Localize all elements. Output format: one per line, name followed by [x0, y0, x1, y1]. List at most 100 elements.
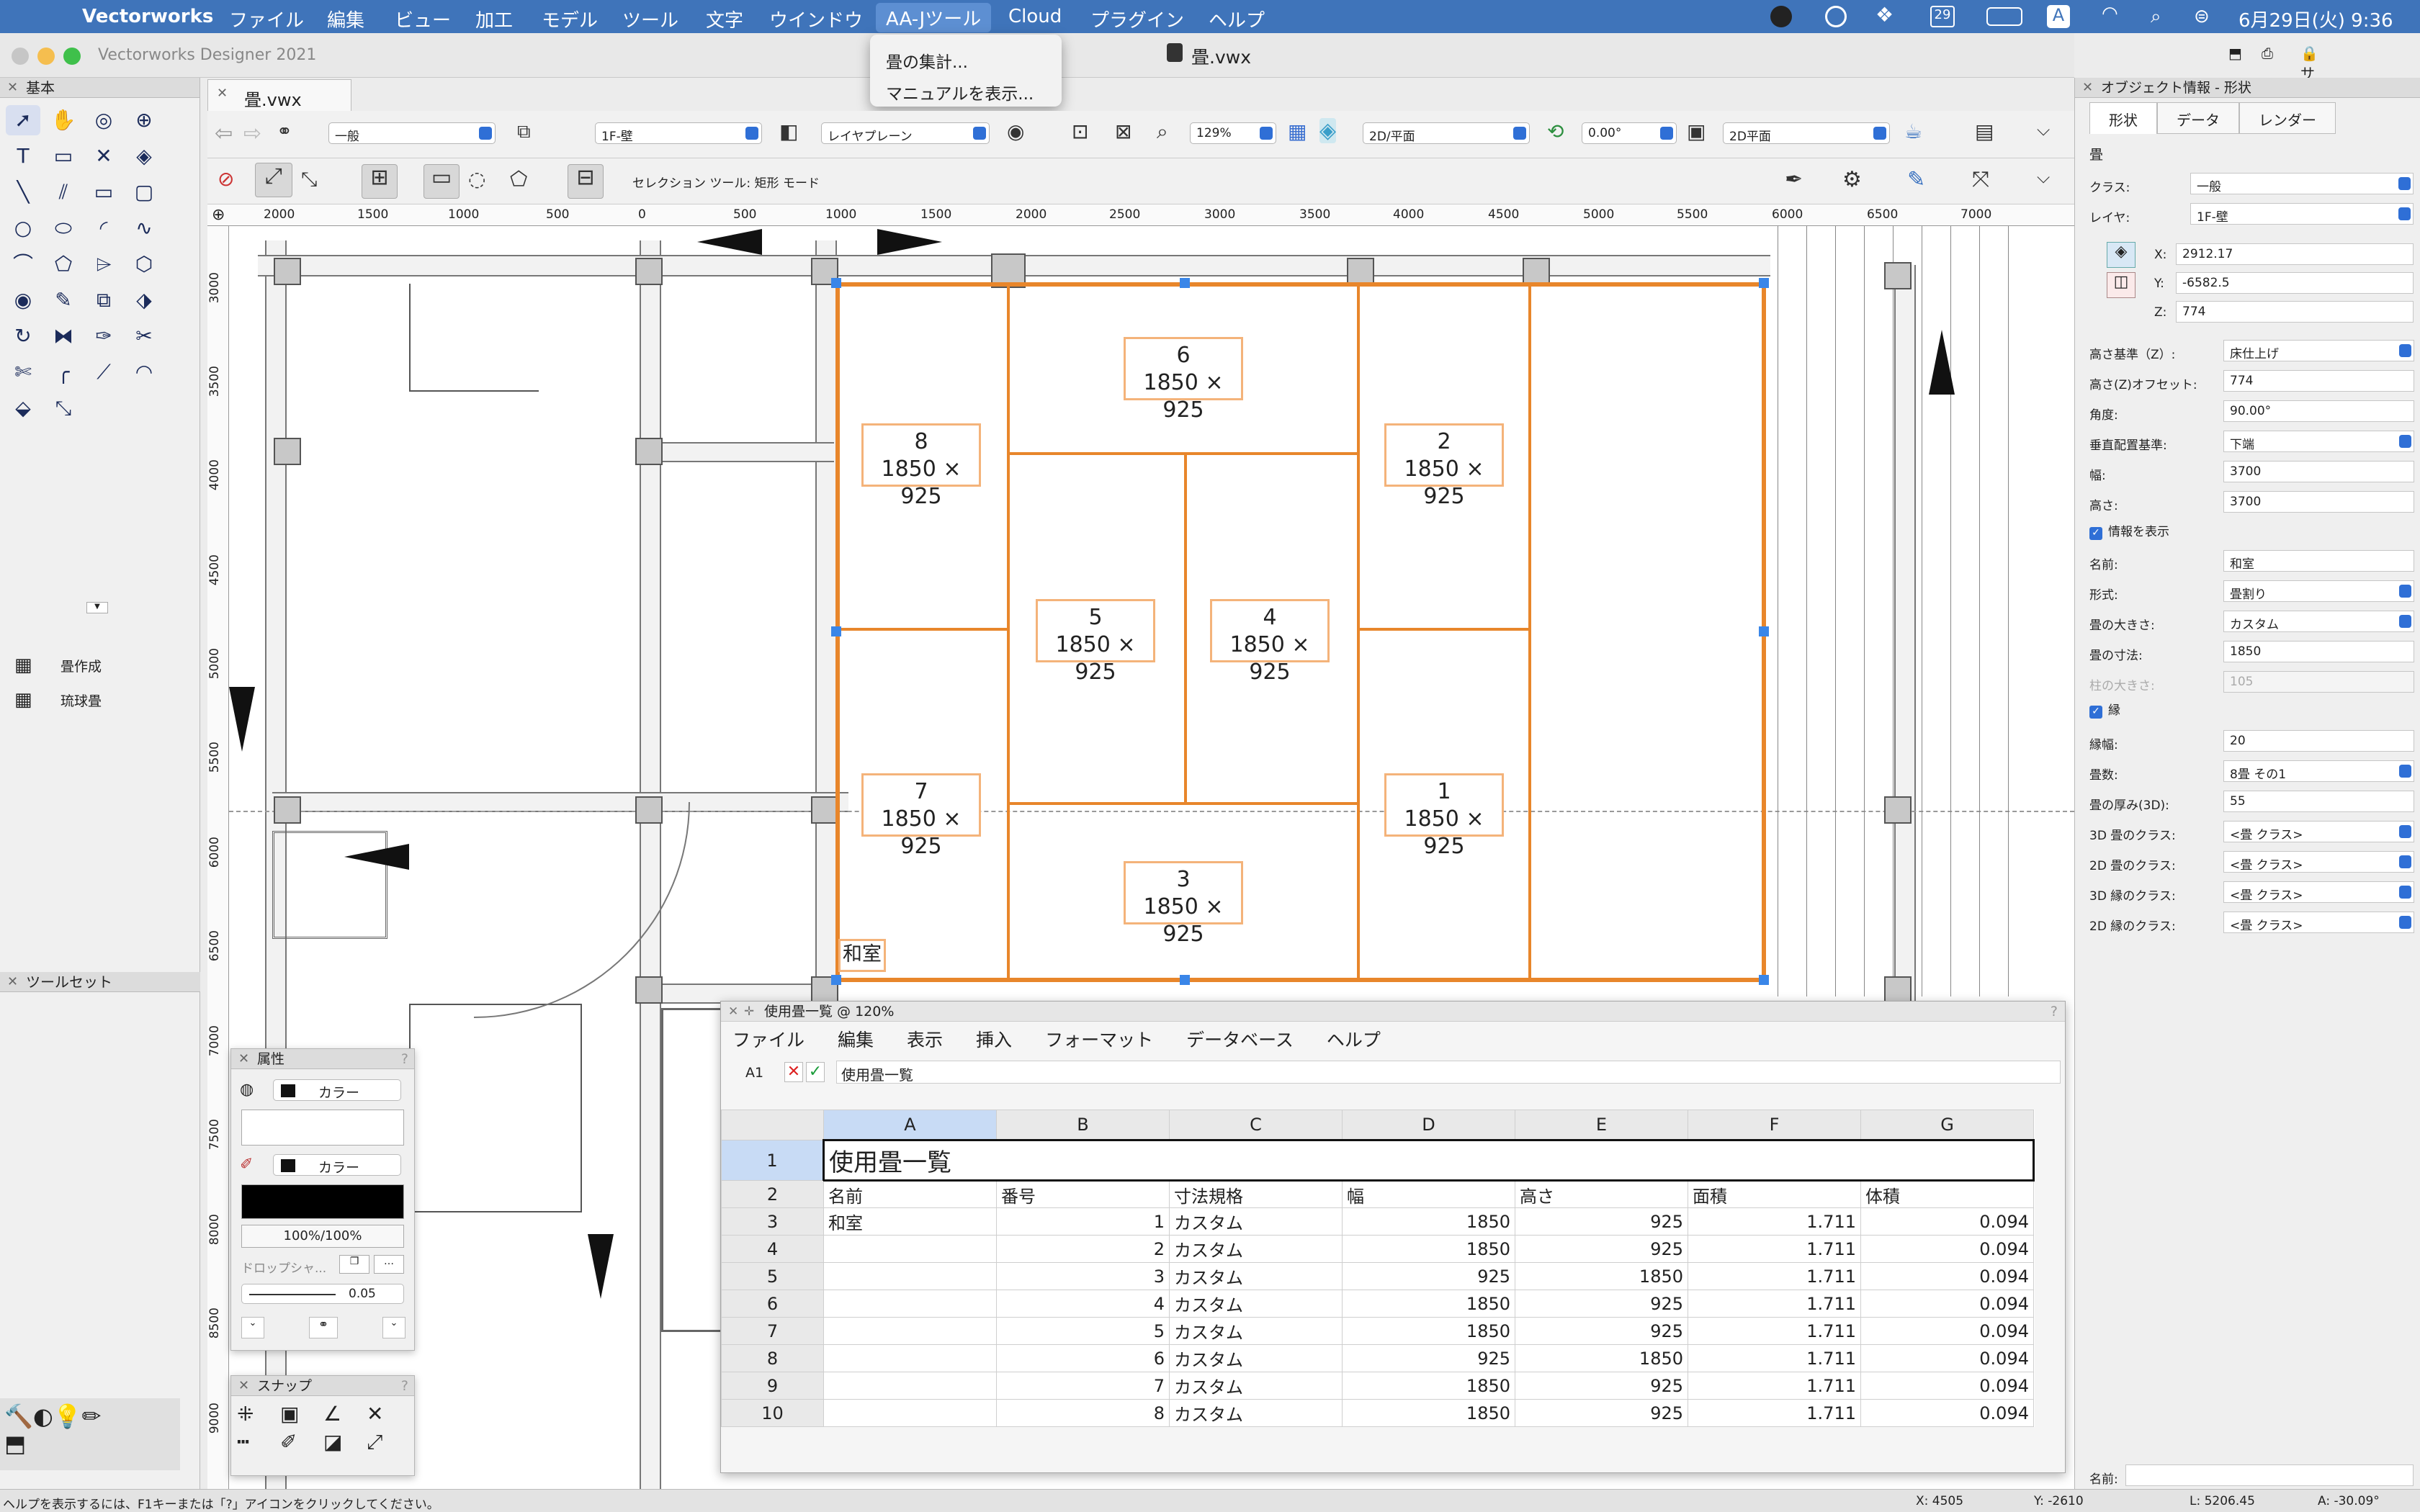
show-info-checkbox[interactable]: ✓ 情報を表示	[2089, 521, 2169, 540]
double-line-tool-icon[interactable]: ⫽	[46, 177, 81, 207]
trim-tool-icon[interactable]: ✄	[6, 357, 40, 387]
row-header[interactable]: 6	[721, 1290, 824, 1318]
lasso-select-mode-icon[interactable]: ⤡	[301, 167, 317, 192]
hammer-icon[interactable]: 🔨	[4, 1403, 33, 1430]
menu-tools[interactable]: ツール	[622, 6, 678, 32]
table-cell[interactable]: 925	[1515, 1317, 1688, 1345]
y-field[interactable]: -6582.5	[2176, 272, 2414, 294]
table-cell[interactable]	[823, 1290, 997, 1318]
table-cell[interactable]: 925	[1515, 1207, 1688, 1236]
visibility-icon[interactable]: ◉	[1007, 120, 1024, 143]
arc-tool-icon[interactable]: ◜	[86, 213, 121, 243]
eyedropper-tool-icon[interactable]: ✎	[46, 285, 81, 315]
table-cell[interactable]: 0.094	[1860, 1372, 2034, 1400]
snap-angle-icon[interactable]: ∠	[323, 1402, 367, 1426]
double-polygon-tool-icon[interactable]: ⌲	[86, 249, 121, 279]
table-cell[interactable]: 0.094	[1860, 1235, 2034, 1263]
help-icon[interactable]: ?	[401, 1049, 408, 1069]
grid-view-icon[interactable]: ▦	[1288, 120, 1307, 143]
help-icon[interactable]: ?	[2051, 1002, 2058, 1022]
layer-plane-select[interactable]: レイヤプレーン	[821, 122, 990, 144]
table-cell[interactable]: 5	[996, 1317, 1170, 1345]
table-cell[interactable]: 0.094	[1860, 1207, 2034, 1236]
table-cell[interactable]: 1.711	[1688, 1262, 1861, 1290]
ws-menu-edit[interactable]: 編集	[838, 1026, 874, 1052]
position-anchor-icon[interactable]: ◈	[2107, 242, 2136, 268]
3d-mat-class-select[interactable]: <畳 クラス>	[2223, 821, 2414, 842]
ws-menu-insert[interactable]: 挿入	[976, 1026, 1012, 1052]
2d-mat-class-select[interactable]: <畳 クラス>	[2223, 851, 2414, 873]
light-icon[interactable]: 💡	[53, 1403, 82, 1430]
row-header[interactable]: 9	[721, 1372, 824, 1400]
chamfer-tool-icon[interactable]: ⟋	[86, 357, 121, 387]
tatami-size-select[interactable]: カスタム	[2223, 611, 2414, 632]
zoom-window-icon[interactable]	[63, 48, 81, 65]
header-cell[interactable]: 番号	[996, 1180, 1170, 1208]
layer-select[interactable]: 1F-壁	[595, 122, 762, 144]
snap-distance-icon[interactable]: ┅	[237, 1430, 280, 1454]
selection-handle[interactable]	[1180, 278, 1190, 288]
measure-tool-icon[interactable]: ⤡	[46, 393, 81, 423]
table-cell[interactable]: 1850	[1342, 1207, 1515, 1236]
selection-handle[interactable]	[831, 278, 841, 288]
table-cell[interactable]: 925	[1342, 1344, 1515, 1372]
disable-interactive-icon[interactable]: ⊘	[218, 167, 234, 191]
callout-tool-icon[interactable]: ▭	[46, 141, 81, 171]
arrow-end-select[interactable]: ⌄	[382, 1317, 405, 1338]
row-header[interactable]: 10	[721, 1399, 824, 1427]
split-tool-icon[interactable]: ✂	[127, 321, 161, 351]
table-cell[interactable]	[823, 1262, 997, 1290]
row-header[interactable]: 8	[721, 1344, 824, 1372]
table-cell[interactable]: 8	[996, 1399, 1170, 1427]
selection-handle[interactable]	[831, 975, 841, 985]
table-cell[interactable]: 1.711	[1688, 1372, 1861, 1400]
row-header[interactable]: 1	[721, 1140, 824, 1181]
back-icon[interactable]: ⇦	[215, 121, 233, 146]
class-select[interactable]: 一般	[328, 122, 496, 144]
link-icon[interactable]: ⚭	[309, 1317, 338, 1338]
snap-grid-icon[interactable]: ⁜	[237, 1402, 280, 1426]
x-field[interactable]: 2912.17	[2176, 243, 2414, 265]
row-header[interactable]: 3	[721, 1207, 824, 1236]
zoom-selection-icon[interactable]: ⊠	[1115, 120, 1131, 143]
ws-menu-help[interactable]: ヘルプ	[1327, 1026, 1381, 1052]
position-3d-icon[interactable]: ◫	[2107, 272, 2136, 298]
selection-tool-icon[interactable]: ➚	[6, 105, 40, 135]
ws-menu-database[interactable]: データベース	[1186, 1026, 1294, 1052]
tab-render[interactable]: レンダー	[2239, 102, 2336, 134]
table-cell[interactable]	[823, 1235, 997, 1263]
share-icon[interactable]: ⬒	[2228, 45, 2242, 62]
wifi-icon[interactable]: ◠	[2102, 3, 2118, 24]
3d-locus-tool-icon[interactable]: ◈	[127, 141, 161, 171]
formula-input[interactable]: 使用畳一覧	[836, 1061, 2061, 1084]
class-select[interactable]: 一般	[2190, 173, 2414, 194]
minimize-window-icon[interactable]	[37, 48, 55, 65]
document-tab[interactable]: ✕ 畳.vwx	[207, 79, 351, 111]
close-icon[interactable]: ✕	[238, 1049, 249, 1069]
table-cell[interactable]: 925	[1342, 1262, 1515, 1290]
height-field[interactable]: 3700	[2223, 491, 2414, 513]
oval-tool-icon[interactable]: ⬭	[46, 213, 81, 243]
row-header[interactable]: 4	[721, 1235, 824, 1263]
saved-views-icon[interactable]: ⚭	[277, 121, 292, 143]
rectangle-marquee-icon[interactable]: ▭	[424, 164, 460, 199]
selection-handle[interactable]	[831, 626, 841, 636]
arrow-start-select[interactable]: ⌄	[241, 1317, 264, 1338]
table-cell[interactable]: 1850	[1342, 1290, 1515, 1318]
table-cell[interactable]: 1850	[1515, 1344, 1688, 1372]
title-cell[interactable]: 使用畳一覧	[823, 1139, 2035, 1182]
zoom-fit-icon[interactable]: ⊡	[1072, 120, 1088, 143]
drop-shadow-options[interactable]: …	[374, 1255, 404, 1274]
menu-file[interactable]: ファイル	[229, 6, 304, 32]
stake-tool-icon[interactable]: ⬙	[6, 393, 40, 423]
table-cell[interactable]	[823, 1399, 997, 1427]
border-width-field[interactable]: 20	[2223, 730, 2414, 752]
table-cell[interactable]: 1850	[1342, 1372, 1515, 1400]
table-cell[interactable]: 1850	[1342, 1235, 1515, 1263]
menu-help[interactable]: ヘルプ	[1209, 6, 1265, 32]
2d-border-class-select[interactable]: <畳 クラス>	[2223, 912, 2414, 933]
table-cell[interactable]: カスタム	[1169, 1290, 1343, 1318]
selection-handle[interactable]	[1759, 278, 1769, 288]
fillet-tool-icon[interactable]: ╭	[46, 357, 81, 387]
rectangle-select-mode-icon[interactable]: ⤢	[255, 163, 292, 197]
